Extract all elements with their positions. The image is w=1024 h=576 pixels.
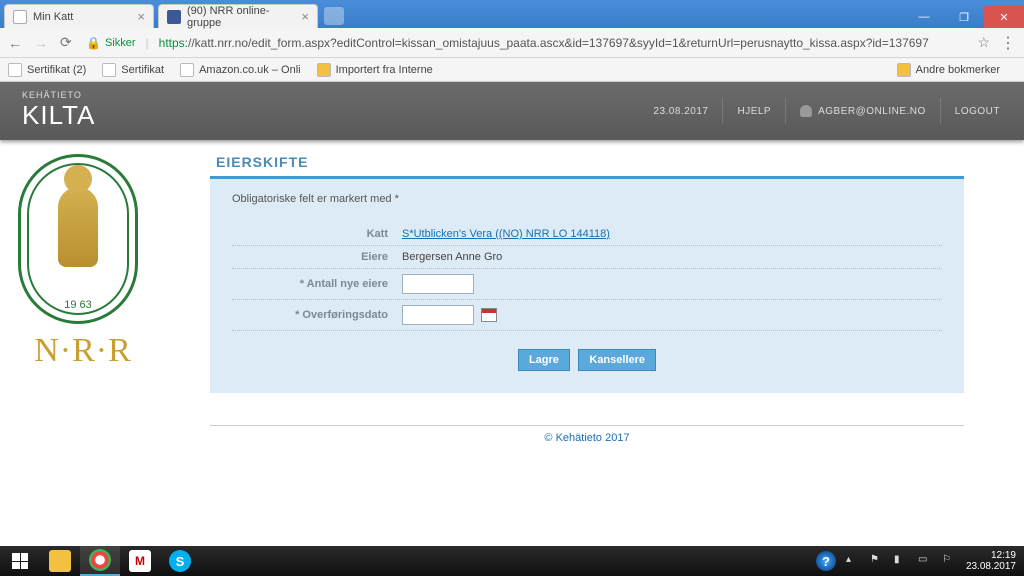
taskbar-skype[interactable]: S — [160, 546, 200, 576]
bookmark-item[interactable]: Importert fra Interne — [317, 63, 433, 77]
tray-battery-icon[interactable]: ▭ — [918, 554, 932, 568]
tray-chevron-up-icon[interactable]: ▴ — [846, 554, 860, 568]
page-icon — [13, 10, 27, 24]
page-footer: © Kehätieto 2017 — [210, 425, 964, 444]
tab-inactive[interactable]: (90) NRR online-gruppe × — [158, 4, 318, 28]
close-icon[interactable]: × — [131, 9, 145, 24]
windows-taskbar: M S ? ▴ ⚑ ▮ ▭ ⚐ 12:19 23.08.2017 — [0, 546, 1024, 576]
taskbar-explorer[interactable] — [40, 546, 80, 576]
tray-action-center-icon[interactable]: ⚑ — [870, 554, 884, 568]
secure-label: Sikker — [105, 37, 136, 49]
page-icon — [8, 63, 22, 77]
app-header: KEHÄTIETO KILTA 23.08.2017 HJELP AGBER@O… — [0, 82, 1024, 140]
new-owner-count-label: * Antall nye eiere — [232, 278, 402, 290]
org-logo: 19 63 — [18, 154, 138, 324]
new-tab-button[interactable] — [324, 7, 344, 25]
new-owner-count-input[interactable] — [402, 274, 474, 294]
required-note: Obligatoriske felt er markert med * — [232, 193, 942, 205]
maximize-button[interactable]: ❐ — [944, 6, 984, 28]
taskbar-chrome[interactable] — [80, 546, 120, 576]
taskbar-mcafee[interactable]: M — [120, 546, 160, 576]
vendor-label: KEHÄTIETO — [22, 90, 82, 100]
header-date: 23.08.2017 — [639, 98, 722, 124]
owner-label: Eiere — [232, 251, 402, 263]
user-menu[interactable]: AGBER@ONLINE.NO — [785, 98, 940, 124]
tab-active[interactable]: Min Katt × — [4, 4, 154, 28]
folder-icon — [897, 63, 911, 77]
logout-link[interactable]: LOGOUT — [940, 98, 1014, 124]
bookmark-item[interactable]: Sertifikat — [102, 63, 164, 77]
facebook-icon — [167, 10, 181, 24]
window-close-button[interactable]: ✕ — [984, 6, 1024, 28]
folder-icon — [317, 63, 331, 77]
browser-titlebar: Min Katt × (90) NRR online-gruppe × — ❐ … — [0, 0, 1024, 28]
bookmarks-bar: Sertifikat (2) Sertifikat Amazon.co.uk –… — [0, 58, 1024, 82]
cat-label: Katt — [232, 228, 402, 240]
bookmark-star-icon[interactable]: ☆ — [977, 34, 990, 51]
page-icon — [102, 63, 116, 77]
cancel-button[interactable]: Kansellere — [578, 349, 656, 371]
bookmark-item[interactable]: Sertifikat (2) — [8, 63, 86, 77]
form-panel: Obligatoriske felt er markert med * Katt… — [210, 176, 964, 393]
user-icon — [800, 105, 812, 117]
cat-link[interactable]: S*Utblicken's Vera ((NO) NRR LO 144118) — [402, 228, 610, 240]
close-icon[interactable]: × — [295, 9, 309, 24]
back-button[interactable]: ← — [8, 35, 24, 51]
save-button[interactable]: Lagre — [518, 349, 570, 371]
chrome-menu-icon[interactable]: ⋮ — [1000, 33, 1016, 53]
forward-button[interactable]: → — [34, 35, 50, 51]
taskbar-clock[interactable]: 12:19 23.08.2017 — [966, 550, 1016, 572]
transfer-date-input[interactable] — [402, 305, 474, 325]
help-icon[interactable]: ? — [816, 551, 836, 571]
reload-button[interactable]: ⟳ — [60, 34, 76, 51]
app-title: KILTA — [22, 100, 95, 131]
page-icon — [180, 63, 194, 77]
lock-icon: 🔒 — [86, 36, 101, 50]
tab-label: Min Katt — [33, 11, 73, 23]
tray-network-icon[interactable]: ▮ — [894, 554, 908, 568]
calendar-icon[interactable] — [481, 308, 497, 322]
url-text[interactable]: https://katt.nrr.no/edit_form.aspx?editC… — [159, 36, 968, 50]
minimize-button[interactable]: — — [904, 6, 944, 28]
help-link[interactable]: HJELP — [722, 98, 785, 124]
secure-badge[interactable]: 🔒 Sikker — [86, 36, 136, 50]
nrr-text: N·R·R — [18, 332, 148, 370]
transfer-date-label: * Overføringsdato — [232, 309, 402, 321]
bookmark-item[interactable]: Amazon.co.uk – Onli — [180, 63, 301, 77]
other-bookmarks[interactable]: Andre bokmerker — [897, 63, 1000, 77]
owner-value: Bergersen Anne Gro — [402, 251, 502, 263]
address-bar: ← → ⟳ 🔒 Sikker | https://katt.nrr.no/edi… — [0, 28, 1024, 58]
page-title: EIERSKIFTE — [210, 154, 964, 170]
tray-flag-icon[interactable]: ⚐ — [942, 554, 956, 568]
tab-label: (90) NRR online-gruppe — [187, 5, 295, 29]
start-button[interactable] — [0, 546, 40, 576]
